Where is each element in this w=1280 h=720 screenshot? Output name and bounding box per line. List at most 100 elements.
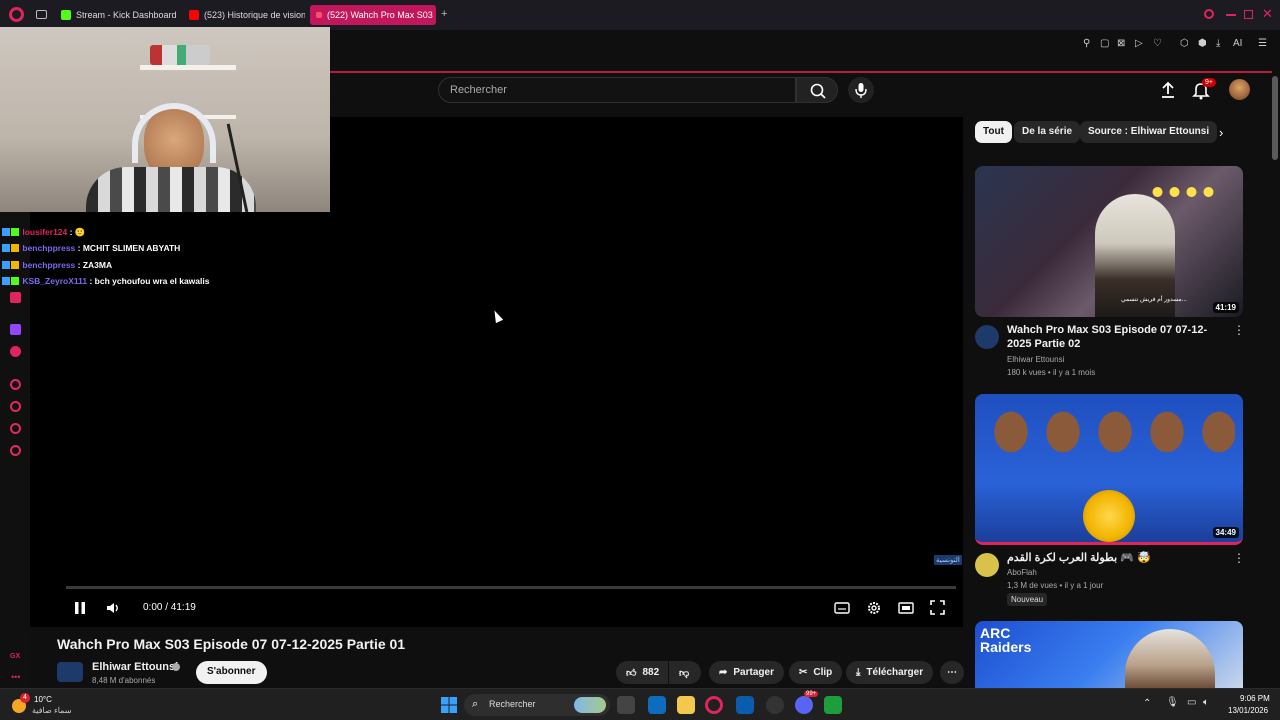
channel-name[interactable]: Elhiwar Ettounsi [92,661,178,673]
snapshot-icon[interactable]: ▢ [1100,38,1109,49]
settings-rail-icon[interactable] [10,445,21,456]
workspaces-icon[interactable] [36,10,47,19]
xbox-icon[interactable] [824,696,842,714]
account-avatar[interactable] [1229,79,1250,100]
chat-username[interactable]: benchppress [22,243,75,253]
channel-avatar[interactable] [57,662,83,682]
download-button[interactable]: ⤓ Télécharger [846,661,934,684]
file-explorer-icon[interactable] [677,696,695,714]
new-tab-button[interactable]: + [441,8,447,20]
recommendation-thumbnail[interactable]: ARC Raiders [975,621,1243,688]
clock-date[interactable]: 13/01/2026 [1228,706,1268,715]
chat-message: benchppress : ZA3MA [2,260,112,270]
history-rail-icon[interactable] [10,401,21,412]
like-button[interactable]: 👍︎ 882 [616,661,668,684]
voice-search-button[interactable] [848,77,874,103]
heart-icon[interactable]: ♡ [1153,38,1162,49]
recommendation-thumbnail[interactable]: 34:49 [975,394,1243,545]
temperature: 10°C [34,695,52,704]
clock-time[interactable]: 9:06 PM [1240,694,1270,703]
search-icon [810,83,826,99]
age-text: il y a 1 mois [1052,368,1096,377]
task-view-icon[interactable] [617,696,635,714]
download-icon[interactable]: ⤓ [1216,38,1220,49]
vk-rail-icon[interactable] [10,346,21,357]
chip-series[interactable]: De la série [1014,121,1081,143]
subscribe-button[interactable]: S'abonner [196,661,267,684]
taskbar-search[interactable]: ⌕ Rechercher [464,694,610,716]
kick-rail-icon[interactable] [10,292,21,303]
settings-button[interactable] [866,600,882,619]
chat-badge-icon [2,277,10,285]
page-scrollbar[interactable] [1272,76,1278,160]
recommendation-title[interactable]: Wahch Pro Max S03 Episode 07 07-12-2025 … [1007,323,1227,351]
tab-wahch-pro-max[interactable]: (522) Wahch Pro Max S03 [310,5,436,25]
pause-button[interactable] [74,601,86,618]
volume-button[interactable] [106,601,120,618]
more-vert-icon[interactable]: ⋮ [1233,551,1245,565]
notifications-button[interactable]: 9+ [1191,78,1216,105]
store-icon[interactable] [736,696,754,714]
aria-ai-icon[interactable]: AI [1233,38,1242,49]
upload-button[interactable] [1158,80,1178,105]
recommendation-thumbnail[interactable]: مسدور أم فريش نتسمي... 41:19 [975,166,1243,317]
discord-icon[interactable]: 99+ [795,691,819,714]
chat-text: MCHIT SLIMEN ABYATH [82,243,181,253]
search-tabs-icon[interactable] [1204,9,1214,19]
tray-display-icon[interactable]: ▭ [1187,697,1196,708]
outlook-icon[interactable] [648,696,666,714]
dislike-button[interactable]: 👎︎ [669,661,701,684]
chip-all[interactable]: Tout [975,121,1012,143]
share-button[interactable]: ➦ Partager [709,661,784,684]
wallet-icon[interactable]: ⬢ [1198,38,1207,49]
chat-username[interactable]: lousifer124 [22,227,67,237]
search-input[interactable]: Rechercher [438,77,796,103]
more-rail-icon[interactable]: ••• [11,672,20,682]
tab-history[interactable]: (523) Historique de vision [183,5,305,25]
chip-source[interactable]: Source : Elhiwar Ettounsi [1080,121,1218,143]
chat-username[interactable]: KSB_ZeyroX111 [22,276,87,286]
tab-kick-dashboard[interactable]: Stream - Kick Dashboard [55,5,181,25]
player-rail-icon[interactable] [10,379,21,390]
restore-icon[interactable] [1244,10,1253,19]
player-icon[interactable]: ▷ [1135,38,1143,49]
close-window-icon[interactable]: ✕ [1262,6,1273,22]
football-icon [1083,490,1135,542]
progress-track[interactable] [66,586,956,589]
theater-mode-button[interactable] [898,601,914,618]
subtitles-button[interactable] [834,601,850,618]
headphones [132,103,216,163]
minimize-icon[interactable] [1226,14,1236,16]
recommendation-channel[interactable]: AboFlah [1007,568,1037,577]
ad-block-icon[interactable]: ⊠ [1117,38,1125,49]
twitch-rail-icon[interactable] [10,324,21,335]
start-button[interactable] [440,696,458,714]
clip-button[interactable]: ✂ Clip [789,661,843,684]
tab-label: Stream - Kick Dashboard [76,10,177,20]
extensions-rail-icon[interactable] [10,423,21,434]
channel-avatar[interactable] [975,325,999,349]
views-text: 180 k vues [1007,368,1046,377]
menu-icon[interactable]: ☰ [1258,38,1267,49]
chat-username[interactable]: benchppress [22,260,75,270]
recommendation-channel[interactable]: Elhiwar Ettounsi [1007,355,1064,364]
tray-chevron-icon[interactable]: ⌃ [1143,698,1151,709]
recommendation-title[interactable]: بطولة العرب لكرة القدم 🎮 🤯 [1007,551,1227,565]
fullscreen-icon [930,600,945,615]
tray-mic-icon[interactable]: 🎙︎ [1166,697,1179,708]
channel-avatar[interactable] [975,553,999,577]
more-vert-icon[interactable]: ⋮ [1233,323,1245,337]
gx-rail-icon[interactable]: GX [10,653,20,660]
fullscreen-button[interactable] [930,600,945,618]
obs-icon[interactable] [766,696,784,714]
more-actions-button[interactable]: ⋯ [940,661,964,684]
opera-logo-icon[interactable] [9,7,24,22]
pin-icon[interactable]: ⚲ [1083,38,1090,49]
opera-gx-icon[interactable] [705,696,723,714]
thumbnail-text: ARC Raiders [980,625,1032,655]
chips-next-button[interactable]: › [1219,125,1223,140]
tray-speaker-icon[interactable]: 🔈︎ [1203,697,1209,708]
shelf-items [150,45,210,65]
extensions-icon[interactable]: ⬡ [1180,38,1189,49]
search-button[interactable] [796,77,838,103]
